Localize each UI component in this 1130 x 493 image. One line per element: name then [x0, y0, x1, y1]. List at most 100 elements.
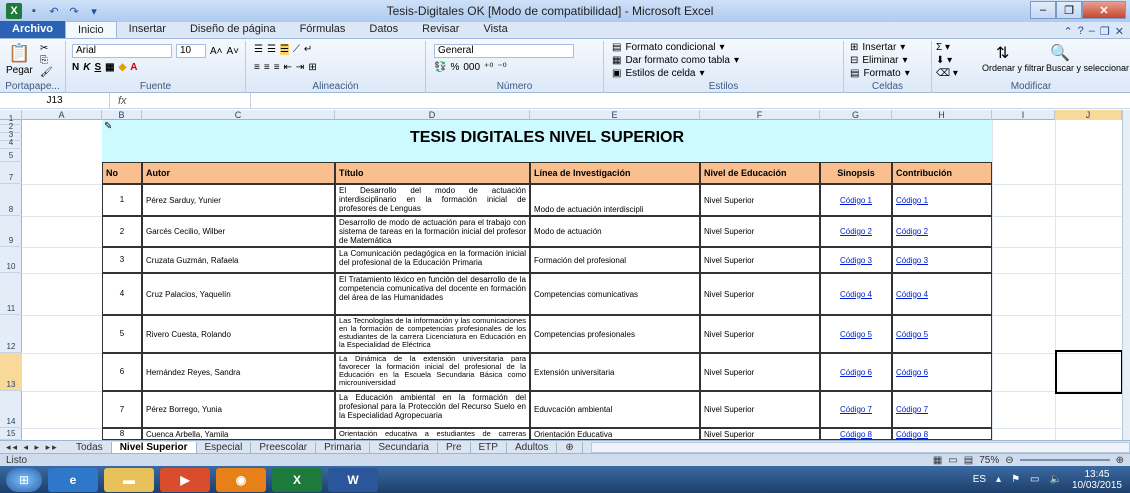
- workbook-close-icon[interactable]: ✕: [1115, 25, 1124, 38]
- cell-nivel[interactable]: Nivel Superior: [700, 247, 820, 273]
- font-color-icon[interactable]: A: [130, 62, 137, 73]
- column-header[interactable]: D: [335, 110, 530, 120]
- row-header[interactable]: 11: [0, 273, 22, 315]
- bold-icon[interactable]: N: [72, 62, 79, 73]
- sinopsis-link[interactable]: Código 7: [820, 391, 892, 428]
- autosum-icon[interactable]: Σ ▾: [936, 42, 950, 53]
- cell-titulo[interactable]: La Dinámica de la extensión universitari…: [335, 353, 530, 391]
- contribucion-link[interactable]: Código 4: [892, 273, 992, 315]
- language-indicator[interactable]: ES: [973, 474, 986, 485]
- sheet-nav-arrows[interactable]: ◂◂ ◂ ▸ ▸▸: [0, 442, 68, 453]
- cell-nivel[interactable]: Nivel Superior: [700, 428, 820, 440]
- format-button[interactable]: Formato: [863, 68, 900, 79]
- tab-archivo[interactable]: Archivo: [0, 21, 65, 38]
- sinopsis-link[interactable]: Código 4: [820, 273, 892, 315]
- header-titulo[interactable]: Título: [335, 162, 530, 184]
- underline-icon[interactable]: S: [94, 62, 101, 73]
- grow-font-icon[interactable]: A˄: [210, 46, 223, 57]
- sheet-tab-pre[interactable]: Pre: [438, 441, 471, 453]
- workbook-restore-icon[interactable]: ❐: [1100, 25, 1110, 38]
- undo-icon[interactable]: ↶: [46, 3, 62, 19]
- cell-linea[interactable]: Competencias profesionales: [530, 315, 700, 353]
- cell-autor[interactable]: Garcés Cecilio, Wilber: [142, 216, 335, 247]
- column-header[interactable]: B: [102, 110, 142, 120]
- sinopsis-link[interactable]: Código 8: [820, 428, 892, 440]
- delete-button[interactable]: Eliminar: [862, 55, 898, 66]
- cell-no[interactable]: 2: [102, 216, 142, 247]
- explorer-icon[interactable]: ▬: [104, 467, 154, 492]
- column-header[interactable]: G: [820, 110, 892, 120]
- contribucion-link[interactable]: Código 8: [892, 428, 992, 440]
- shrink-font-icon[interactable]: A˅: [227, 46, 240, 57]
- cell-titulo[interactable]: El Tratamiento léxico en función del des…: [335, 273, 530, 315]
- customize-qat-icon[interactable]: ▾: [86, 3, 102, 19]
- contribucion-link[interactable]: Código 5: [892, 315, 992, 353]
- find-select-icon[interactable]: 🔍: [1050, 43, 1070, 63]
- column-header[interactable]: F: [700, 110, 820, 120]
- cell-nivel[interactable]: Nivel Superior: [700, 216, 820, 247]
- contribucion-link[interactable]: Código 1: [892, 184, 992, 216]
- merge-center-icon[interactable]: ⊞: [308, 62, 316, 73]
- sinopsis-link[interactable]: Código 1: [820, 184, 892, 216]
- tab-vista[interactable]: Vista: [471, 21, 519, 38]
- cell-nivel[interactable]: Nivel Superior: [700, 353, 820, 391]
- column-header[interactable]: A: [22, 110, 102, 120]
- italic-icon[interactable]: K: [83, 62, 90, 73]
- header-sinopsis[interactable]: Sinopsis: [820, 162, 892, 184]
- clear-icon[interactable]: ⌫ ▾: [936, 68, 958, 79]
- cell-titulo[interactable]: El Desarrollo del modo de actuación inte…: [335, 184, 530, 216]
- cell-titulo[interactable]: La Comunicación pedagógica en la formaci…: [335, 247, 530, 273]
- cell-linea[interactable]: Orientación Educativa: [530, 428, 700, 440]
- row-header[interactable]: 5: [0, 149, 22, 162]
- restore-icon[interactable]: ❐: [1056, 1, 1082, 19]
- decrease-indent-icon[interactable]: ⇤: [284, 62, 292, 73]
- tab-inicio[interactable]: Inicio: [64, 21, 117, 38]
- conditional-format-button[interactable]: Formato condicional: [625, 42, 715, 53]
- word-taskbar-icon[interactable]: W: [328, 467, 378, 492]
- sinopsis-link[interactable]: Código 6: [820, 353, 892, 391]
- volume-icon[interactable]: 🔈: [1049, 474, 1061, 485]
- tab-insertar[interactable]: Insertar: [117, 21, 178, 38]
- column-header[interactable]: J: [1055, 110, 1122, 120]
- zoom-slider[interactable]: [1019, 459, 1110, 461]
- cell-linea[interactable]: Eduvcación ambiental: [530, 391, 700, 428]
- excel-taskbar-icon[interactable]: X: [272, 467, 322, 492]
- excel-app-icon[interactable]: X: [6, 3, 22, 19]
- sheet-tab-adultos[interactable]: Adultos: [507, 441, 558, 453]
- cell-no[interactable]: 3: [102, 247, 142, 273]
- orientation-icon[interactable]: ⟋: [293, 44, 300, 55]
- flag-icon[interactable]: ⚑: [1011, 474, 1020, 485]
- page-break-view-icon[interactable]: ▤: [964, 455, 973, 466]
- close-icon[interactable]: ✕: [1082, 1, 1126, 19]
- tray-arrow-icon[interactable]: ▴: [996, 474, 1001, 485]
- contribucion-link[interactable]: Código 6: [892, 353, 992, 391]
- row-header[interactable]: 9: [0, 216, 22, 247]
- fill-icon[interactable]: ⬇ ▾: [936, 55, 952, 66]
- contribucion-link[interactable]: Código 7: [892, 391, 992, 428]
- row-header[interactable]: 13: [0, 353, 22, 391]
- paste-icon[interactable]: 📋: [8, 43, 30, 64]
- help-icon[interactable]: ?: [1078, 25, 1084, 38]
- cell-no[interactable]: 8: [102, 428, 142, 440]
- horizontal-scrollbar[interactable]: [590, 441, 1130, 453]
- cell-no[interactable]: 6: [102, 353, 142, 391]
- cell-autor[interactable]: Rivero Cuesta, Rolando: [142, 315, 335, 353]
- cell-nivel[interactable]: Nivel Superior: [700, 391, 820, 428]
- decrease-decimal-icon[interactable]: ⁻⁰: [497, 62, 506, 73]
- align-right-icon[interactable]: ≡: [274, 62, 280, 73]
- sinopsis-link[interactable]: Código 2: [820, 216, 892, 247]
- column-header[interactable]: H: [892, 110, 992, 120]
- contribucion-link[interactable]: Código 3: [892, 247, 992, 273]
- sheet-tab-preescolar[interactable]: Preescolar: [251, 441, 317, 453]
- cell-autor[interactable]: Hernández Reyes, Sandra: [142, 353, 335, 391]
- normal-view-icon[interactable]: ▦: [933, 455, 942, 466]
- vertical-scrollbar[interactable]: [1122, 110, 1130, 440]
- number-format-select[interactable]: General: [434, 44, 574, 58]
- cell-titulo[interactable]: Orientación educativa a estudiantes de c…: [335, 428, 530, 440]
- fill-color-icon[interactable]: ◆: [119, 62, 127, 73]
- align-left-icon[interactable]: ≡: [254, 62, 260, 73]
- format-painter-icon[interactable]: 🖌: [40, 67, 53, 78]
- copy-icon[interactable]: ⎘: [40, 55, 48, 66]
- cell-nivel[interactable]: Nivel Superior: [700, 184, 820, 216]
- zoom-level[interactable]: 75%: [979, 455, 999, 466]
